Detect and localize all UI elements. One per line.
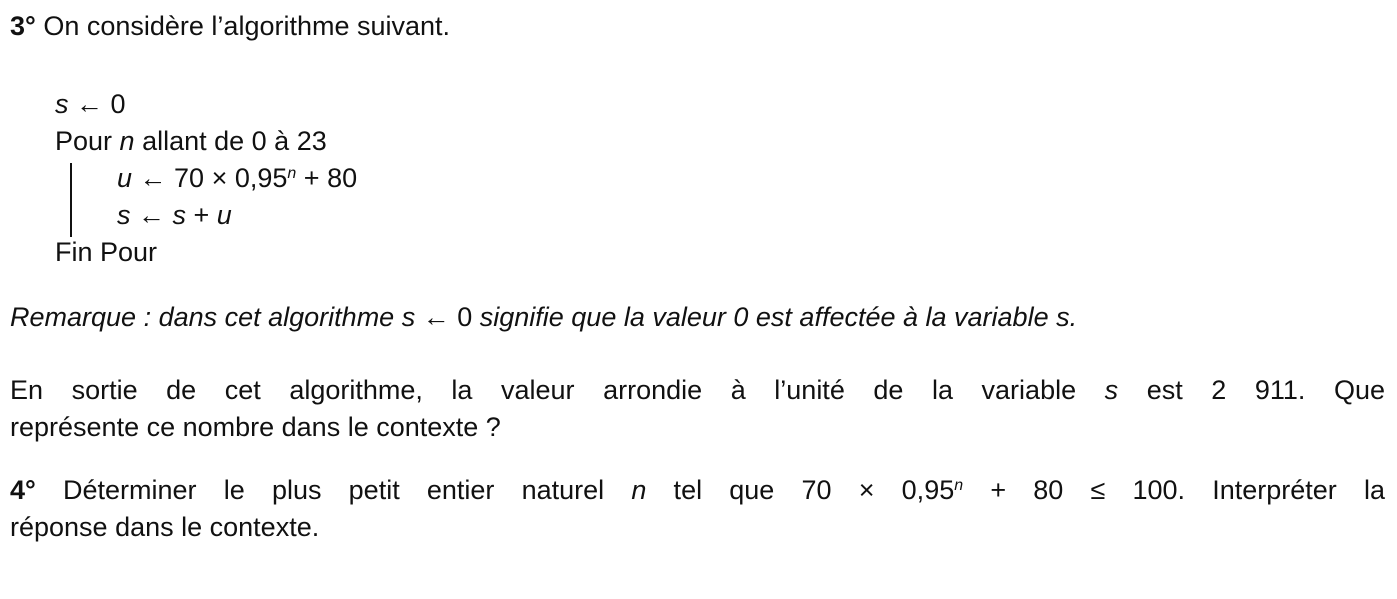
assignment: ← 0 (68, 89, 126, 119)
question-4-text: 4° Déterminer le plus petit entier natur… (10, 474, 1385, 506)
question-3-heading: 3° On considère l’algorithme suivant. (10, 10, 450, 42)
variable: n (631, 475, 647, 505)
remark-text: Remarque : dans cet algorithme s ← (10, 302, 458, 332)
keyword: Pour (55, 126, 120, 156)
question-intro: On considère l’algorithme suivant. (43, 11, 451, 41)
variable: n (119, 126, 135, 156)
algorithm-line: u ← 70 × 0,95n + 80 (117, 162, 357, 194)
variable: s (55, 89, 69, 119)
assignment: ← (130, 200, 173, 230)
expression: + 80 (296, 163, 358, 193)
remark: Remarque : dans cet algorithme s ← 0 sig… (10, 301, 1077, 333)
question-text: tel que 70 × 0,95 (646, 475, 955, 505)
question-text: En sortie de cet algorithme, la valeur a… (10, 375, 1105, 405)
question-text: + 80 ≤ 100. Interpréter la (963, 475, 1386, 505)
variable: s (1104, 375, 1119, 405)
variable: u (216, 200, 232, 230)
variable: u (117, 163, 133, 193)
variable: s (172, 200, 187, 230)
question-text: Déterminer le plus petit entier naturel (35, 475, 632, 505)
document-page: 3° On considère l’algorithme suivant. s … (0, 0, 1397, 599)
algorithm-line: s ← 0 (55, 88, 126, 120)
question-number: 3° (10, 11, 36, 41)
exponent: n (954, 477, 964, 494)
algorithm-line: s ← s + u (117, 199, 232, 231)
question-number: 4° (10, 475, 36, 505)
question-text: réponse dans le contexte. (10, 512, 320, 542)
question-3-text: En sortie de cet algorithme, la valeur a… (10, 374, 1385, 406)
remark-text: 0 (457, 302, 473, 332)
algorithm-line: Pour n allant de 0 à 23 (55, 125, 327, 157)
remark-text: signifie que la valeur 0 est affectée à … (472, 302, 1078, 332)
variable: s (117, 200, 131, 230)
operator: + (186, 200, 217, 230)
expression: ← 70 × 0,95 (132, 163, 288, 193)
exponent: n (287, 165, 297, 182)
loop-range: allant de 0 à 23 (134, 126, 327, 156)
loop-body-bar (70, 163, 72, 237)
question-text: représente ce nombre dans le contexte ? (10, 412, 501, 442)
algorithm-line: Fin Pour (55, 237, 158, 267)
question-text: est 2 911. Que (1118, 375, 1385, 405)
